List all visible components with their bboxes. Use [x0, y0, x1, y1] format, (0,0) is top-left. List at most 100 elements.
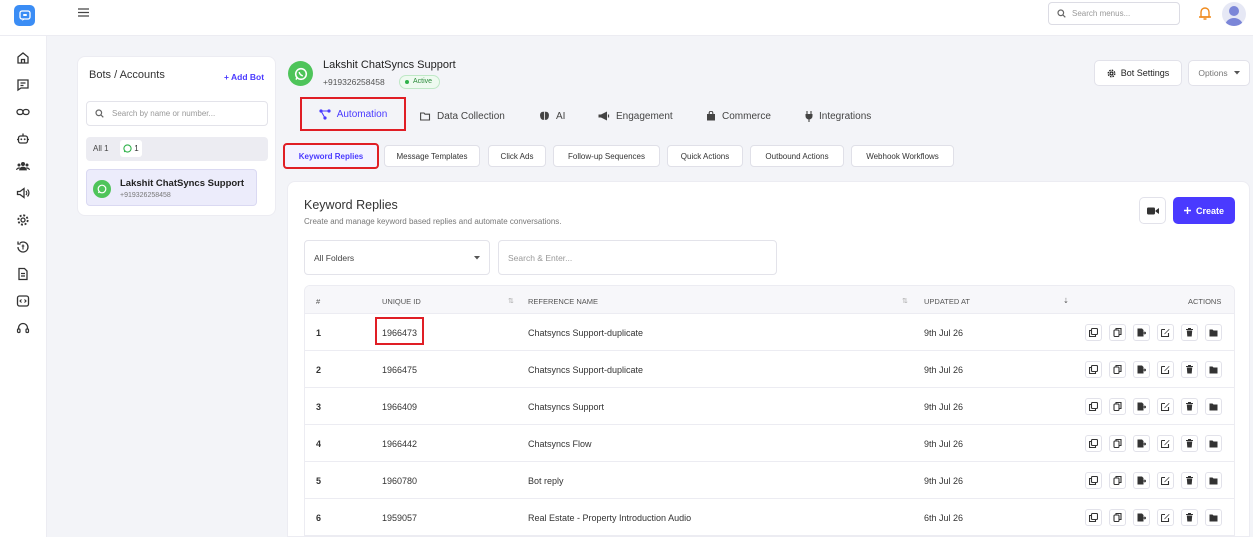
- sort-icon[interactable]: ⇅: [508, 297, 514, 305]
- menu-icon[interactable]: [77, 7, 90, 18]
- add-bot-button[interactable]: + Add Bot: [224, 72, 264, 82]
- move-to-folder-button[interactable]: [1205, 509, 1222, 526]
- delete-button[interactable]: [1181, 509, 1198, 526]
- move-to-folder-button[interactable]: [1205, 361, 1222, 378]
- filter-all[interactable]: All 1 1: [86, 137, 268, 161]
- export-button[interactable]: [1133, 398, 1150, 415]
- avatar[interactable]: [1222, 2, 1246, 26]
- subtab-outbound-actions[interactable]: Outbound Actions: [750, 145, 844, 167]
- edit-button[interactable]: [1157, 435, 1174, 452]
- export-button[interactable]: [1133, 472, 1150, 489]
- link-icon[interactable]: [16, 105, 32, 121]
- sort-desc-icon[interactable]: ⇣: [1063, 297, 1069, 305]
- code-icon[interactable]: [16, 294, 32, 310]
- file-export-icon: [1137, 365, 1146, 374]
- copy-icon: [1113, 402, 1122, 411]
- folder-select[interactable]: All Folders: [304, 240, 490, 275]
- tab-integrations[interactable]: Integrations: [805, 104, 871, 128]
- copy-button[interactable]: [1109, 472, 1126, 489]
- subtab-webhook-workflows[interactable]: Webhook Workflows: [851, 145, 954, 167]
- edit-button[interactable]: [1157, 398, 1174, 415]
- copy-button[interactable]: [1109, 398, 1126, 415]
- edit-button[interactable]: [1157, 324, 1174, 341]
- duplicate-button[interactable]: [1085, 472, 1102, 489]
- bot-list-item[interactable]: Lakshit ChatSyncs Support +919326258458: [86, 169, 257, 206]
- bot-settings-button[interactable]: Bot Settings: [1094, 60, 1182, 86]
- settings-icon[interactable]: [16, 213, 32, 229]
- users-icon[interactable]: [16, 159, 32, 175]
- edit-button[interactable]: [1157, 361, 1174, 378]
- keyword-search[interactable]: [498, 240, 777, 275]
- move-to-folder-button[interactable]: [1205, 324, 1222, 341]
- tab-engagement[interactable]: Engagement: [598, 104, 673, 128]
- header-reference-name[interactable]: REFERENCE NAME: [528, 297, 598, 306]
- duplicate-icon: [1089, 328, 1098, 337]
- duplicate-button[interactable]: [1085, 361, 1102, 378]
- row-unique-id: 1966442: [382, 439, 418, 449]
- bot-search[interactable]: [86, 101, 268, 126]
- edit-icon: [1161, 365, 1170, 374]
- file-export-icon: [1137, 328, 1146, 337]
- header-updated-at[interactable]: UPDATED AT: [924, 297, 970, 306]
- table-row: 5 1960780 Bot reply 9th Jul 26: [305, 462, 1234, 499]
- copy-button[interactable]: [1109, 435, 1126, 452]
- header-unique-id[interactable]: UNIQUE ID: [382, 297, 421, 306]
- duplicate-icon: [1089, 402, 1098, 411]
- notification-bell-icon[interactable]: [1196, 4, 1214, 22]
- menu-search[interactable]: [1048, 2, 1180, 25]
- duplicate-button[interactable]: [1085, 435, 1102, 452]
- app-logo-icon[interactable]: [14, 5, 35, 26]
- row-unique-id: 1966475: [382, 365, 418, 375]
- edit-icon: [1161, 328, 1170, 337]
- subtab-message-templates[interactable]: Message Templates: [384, 145, 480, 167]
- copy-button[interactable]: [1109, 361, 1126, 378]
- edit-button[interactable]: [1157, 472, 1174, 489]
- delete-button[interactable]: [1181, 324, 1198, 341]
- move-to-folder-button[interactable]: [1205, 472, 1222, 489]
- create-button[interactable]: Create: [1173, 197, 1235, 224]
- megaphone-icon[interactable]: [16, 186, 32, 202]
- subtab-follow-up-sequences[interactable]: Follow-up Sequences: [553, 145, 660, 167]
- bot-icon[interactable]: [16, 132, 32, 148]
- tab-automation[interactable]: Automation: [300, 97, 406, 131]
- row-reference-name: Chatsyncs Support-duplicate: [528, 328, 644, 338]
- move-to-folder-button[interactable]: [1205, 435, 1222, 452]
- subtab-keyword-replies[interactable]: Keyword Replies: [283, 143, 379, 169]
- duplicate-button[interactable]: [1085, 324, 1102, 341]
- video-tutorial-button[interactable]: [1139, 197, 1166, 224]
- copy-button[interactable]: [1109, 324, 1126, 341]
- row-actions: [1085, 472, 1222, 489]
- tab-ai[interactable]: AI: [539, 104, 565, 128]
- export-button[interactable]: [1133, 509, 1150, 526]
- bot-search-input[interactable]: [112, 109, 262, 118]
- file-export-icon: [1137, 476, 1146, 485]
- trash-icon: [1186, 402, 1193, 411]
- subtab-quick-actions[interactable]: Quick Actions: [667, 145, 743, 167]
- delete-button[interactable]: [1181, 435, 1198, 452]
- delete-button[interactable]: [1181, 398, 1198, 415]
- home-icon[interactable]: [16, 51, 32, 67]
- options-dropdown[interactable]: Options: [1188, 60, 1250, 86]
- subtab-click-ads[interactable]: Click Ads: [488, 145, 546, 167]
- duplicate-button[interactable]: [1085, 509, 1102, 526]
- copy-button[interactable]: [1109, 509, 1126, 526]
- sort-icon[interactable]: ⇅: [902, 297, 908, 305]
- keyword-search-input[interactable]: [508, 252, 758, 263]
- document-icon[interactable]: [16, 267, 32, 283]
- caret-down-icon: [474, 255, 480, 260]
- tab-data-collection[interactable]: Data Collection: [420, 104, 505, 128]
- export-button[interactable]: [1133, 361, 1150, 378]
- export-button[interactable]: [1133, 324, 1150, 341]
- tab-commerce[interactable]: Commerce: [706, 104, 771, 128]
- delete-button[interactable]: [1181, 361, 1198, 378]
- move-to-folder-button[interactable]: [1205, 398, 1222, 415]
- billing-icon[interactable]: [16, 240, 32, 256]
- menu-search-input[interactable]: [1072, 9, 1172, 18]
- export-button[interactable]: [1133, 435, 1150, 452]
- filter-whatsapp[interactable]: 1: [120, 140, 142, 157]
- edit-button[interactable]: [1157, 509, 1174, 526]
- duplicate-button[interactable]: [1085, 398, 1102, 415]
- headset-icon[interactable]: [16, 321, 32, 337]
- delete-button[interactable]: [1181, 472, 1198, 489]
- chat-icon[interactable]: [16, 78, 32, 94]
